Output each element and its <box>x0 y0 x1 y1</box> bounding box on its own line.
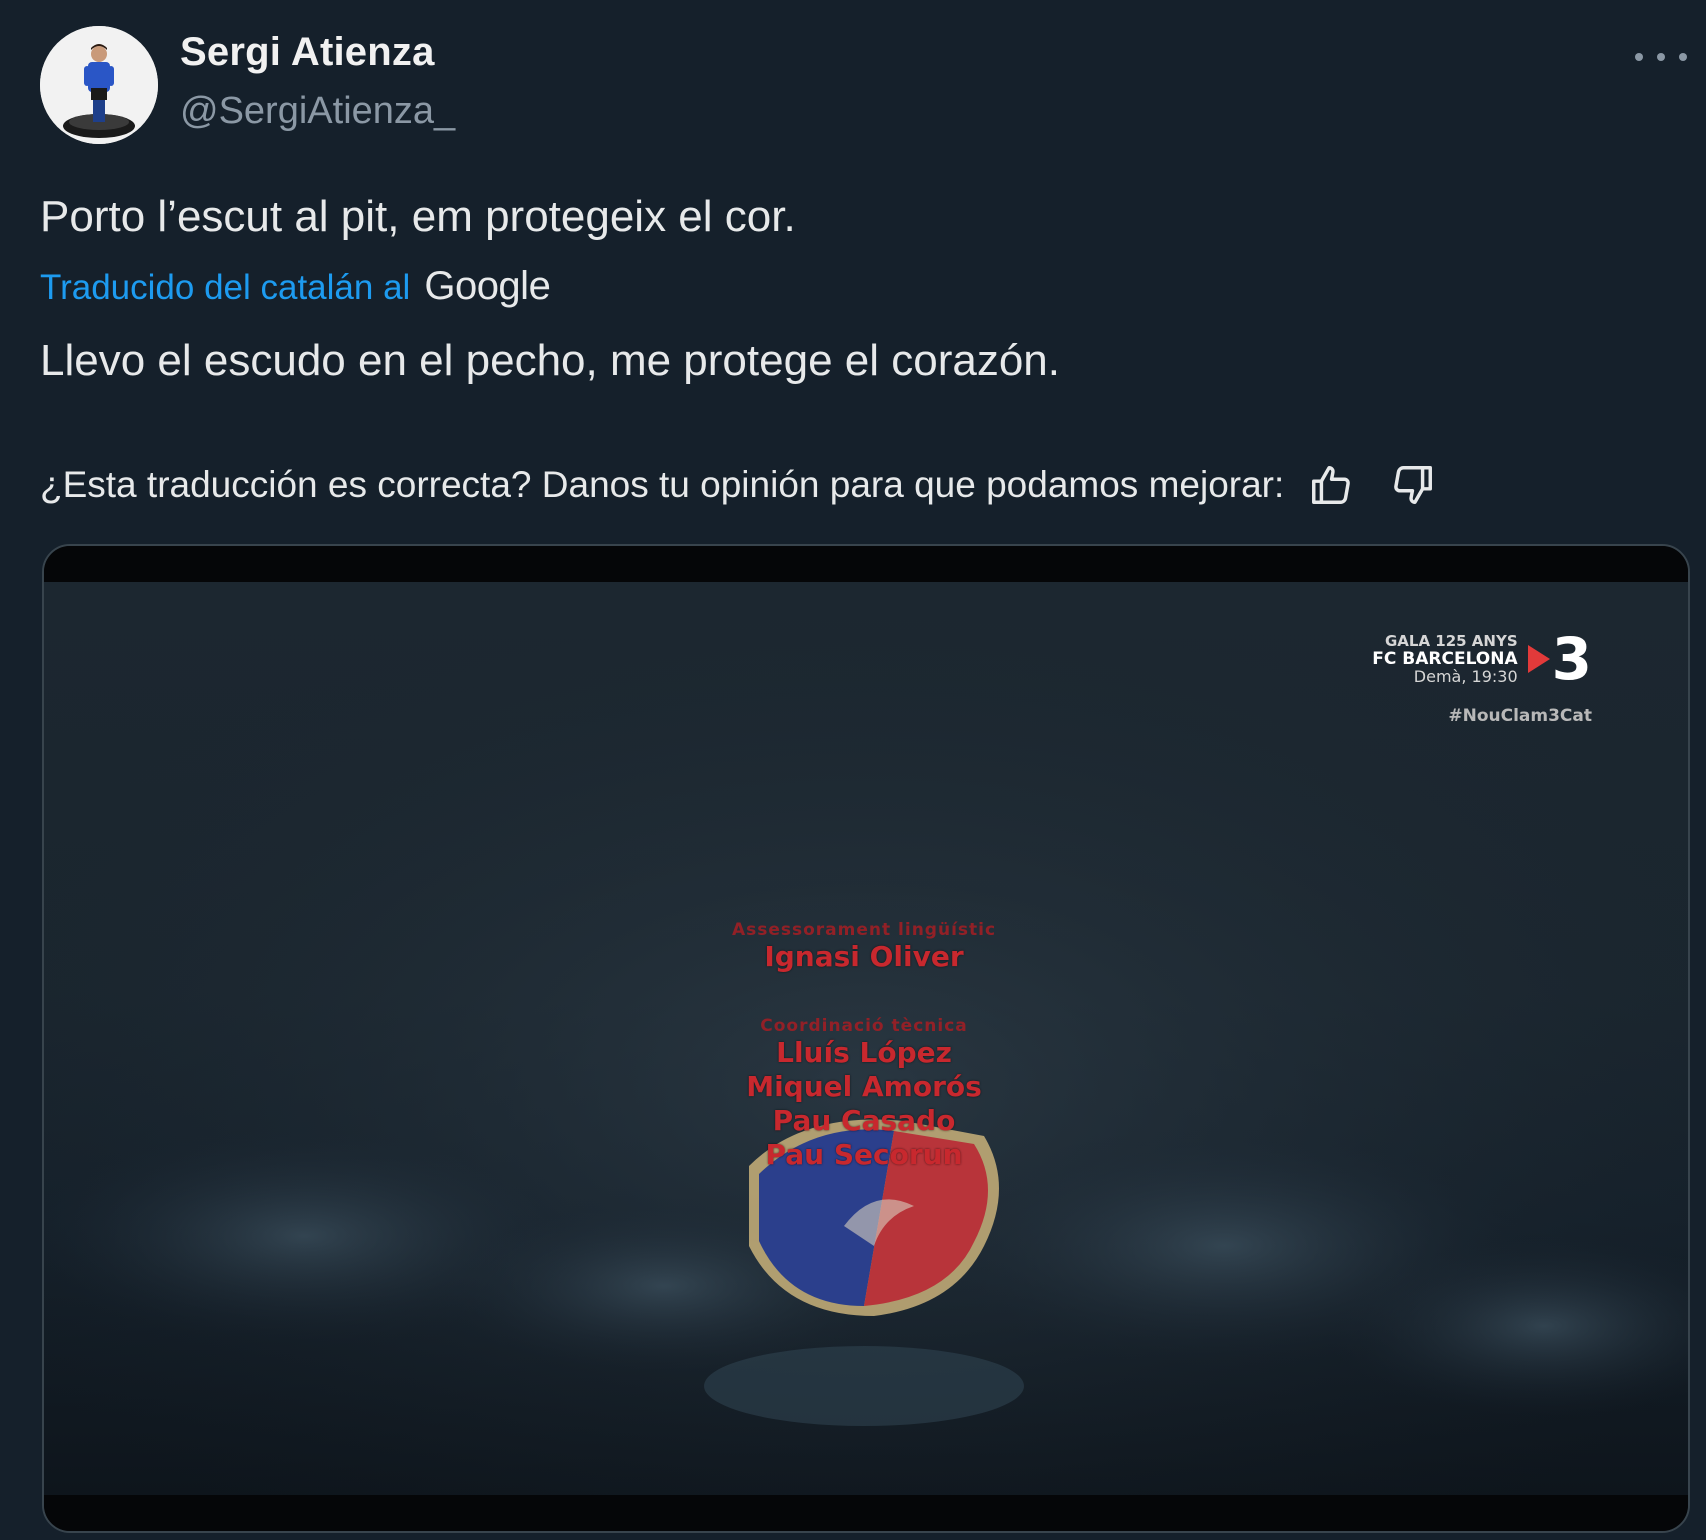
gala-line-1: GALA 125 ANYS <box>1384 632 1518 650</box>
gala-line-3: Demà, 19:30 <box>1413 667 1518 686</box>
translation-feedback: ¿Esta traducción es correcta? Danos tu o… <box>40 462 1436 508</box>
more-dot-icon <box>1635 53 1643 61</box>
author-display-name[interactable]: Sergi Atienza <box>180 30 435 75</box>
credit-role: Assessorament lingüístic <box>731 920 997 940</box>
more-dot-icon <box>1679 53 1687 61</box>
credit-name: Miquel Amorós <box>746 1070 982 1103</box>
credit-name: Ignasi Oliver <box>764 940 964 973</box>
thumbs-down-icon[interactable] <box>1390 462 1436 508</box>
tv3-logo: 3 <box>1527 625 1592 693</box>
tv3-channel-number: 3 <box>1551 625 1592 693</box>
feedback-question: ¿Esta traducción es correcta? Danos tu o… <box>40 464 1285 505</box>
tv3-promo-logo: GALA 125 ANYS FC BARCELONA Demà, 19:30 3 <box>1372 630 1592 688</box>
credit-name: Pau Secorun <box>765 1138 963 1171</box>
subbuteo-player-avatar-icon <box>40 26 158 144</box>
gala-line-2: FC BARCELONA <box>1372 649 1518 669</box>
more-options-button[interactable] <box>1635 42 1687 72</box>
google-logo: Google <box>424 264 551 308</box>
tweet-card: Sergi Atienza @SergiAtienza_ Porto l’esc… <box>0 0 1706 1540</box>
more-dot-icon <box>1657 53 1665 61</box>
translation-attribution: Traducido del catalán al Google <box>40 264 551 309</box>
author-avatar[interactable] <box>40 26 158 144</box>
video-media[interactable]: GALA 125 ANYS FC BARCELONA Demà, 19:30 3… <box>42 544 1690 1533</box>
credit-name: Pau Casado <box>772 1104 956 1137</box>
credit-role: Coordinació tècnica <box>760 1016 968 1036</box>
tv3-arrow-icon <box>1527 645 1550 673</box>
promo-hashtag: #NouClam3Cat <box>1448 706 1592 726</box>
credit-name: Lluís López <box>776 1036 952 1069</box>
translated-by-link[interactable]: Traducido del catalán al <box>40 268 410 308</box>
author-handle[interactable]: @SergiAtienza_ <box>180 90 455 133</box>
thumbs-up-icon[interactable] <box>1308 462 1354 508</box>
tweet-translated-text: Llevo el escudo en el pecho, me protege … <box>40 336 1060 385</box>
tweet-original-text: Porto l’escut al pit, em protegeix el co… <box>40 192 796 241</box>
